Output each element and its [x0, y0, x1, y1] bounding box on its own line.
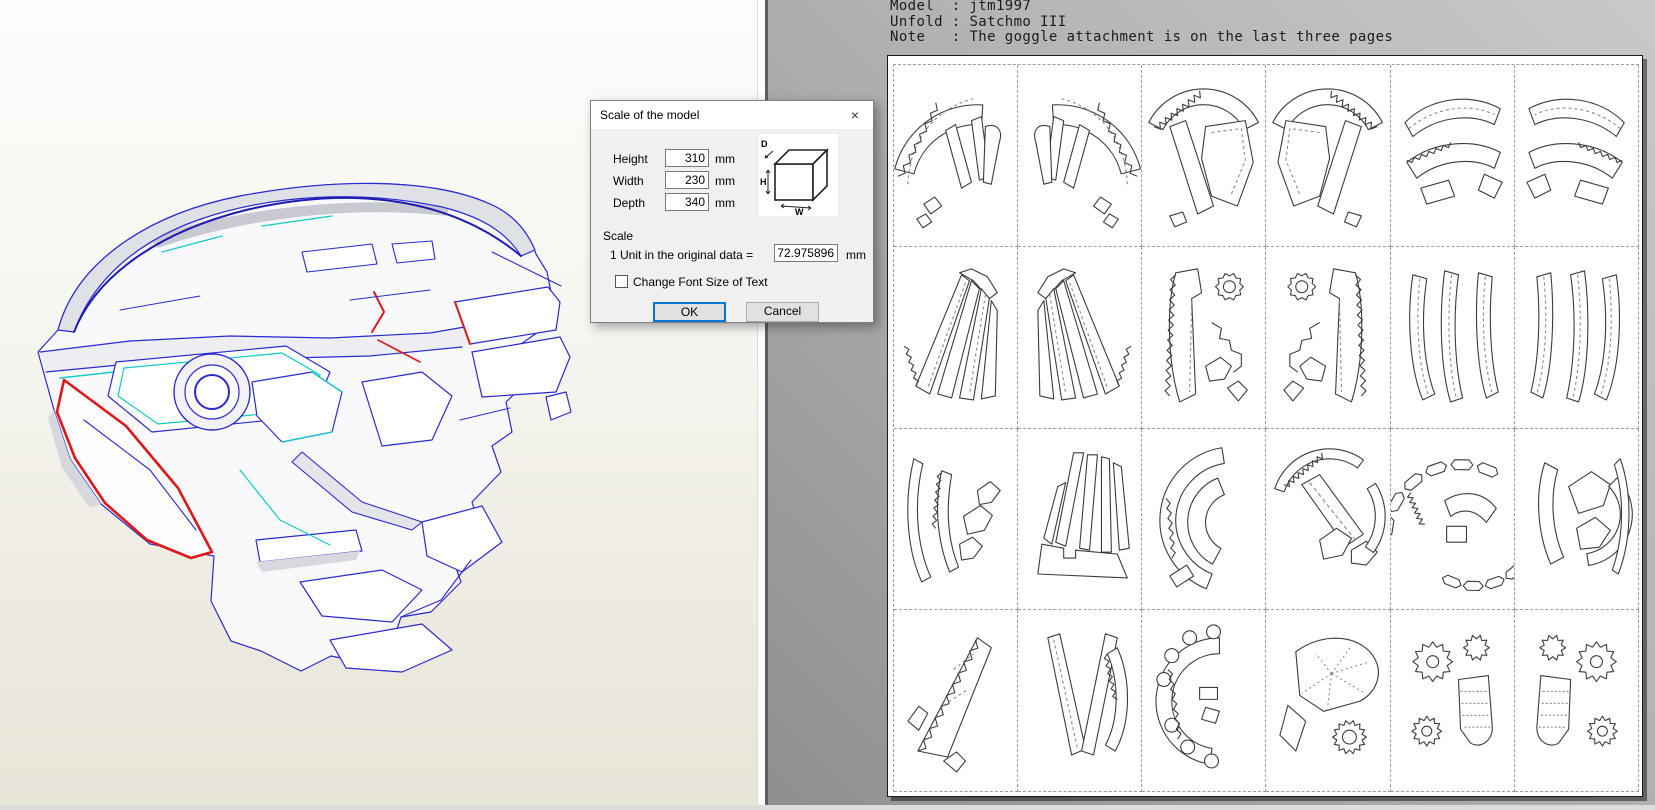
unfold-pattern	[907, 637, 992, 773]
pattern-page-grid	[893, 64, 1639, 792]
pattern-page[interactable]	[1142, 246, 1267, 429]
unfold-pattern	[1155, 624, 1222, 769]
width-unit: mm	[715, 174, 735, 188]
unfold-pattern	[1164, 268, 1249, 403]
unfold-pattern	[1526, 98, 1625, 205]
pattern-page[interactable]	[1142, 610, 1267, 792]
pattern-info-block: Model : jtm1997 Unfold : Satchmo III Not…	[890, 0, 1393, 46]
pattern-page[interactable]	[1018, 246, 1143, 429]
scale-unit-label: 1 Unit in the original data =	[610, 248, 754, 262]
pattern-page[interactable]	[1266, 610, 1391, 792]
ok-button[interactable]: OK	[653, 302, 726, 322]
depth-input[interactable]	[665, 193, 709, 211]
unfold-pattern	[1404, 98, 1503, 205]
unfold-pattern	[1159, 446, 1226, 589]
pattern-page[interactable]	[1018, 610, 1143, 792]
pattern-page[interactable]	[1514, 65, 1639, 247]
unfold-pattern	[1034, 98, 1142, 229]
unfold-pattern	[1279, 637, 1380, 755]
pattern-page[interactable]	[1142, 428, 1267, 611]
pattern-info-line: Note : The goggle attachment is on the l…	[890, 29, 1394, 45]
dimension-cube-illustration: D H W	[759, 134, 838, 217]
depth-unit: mm	[715, 196, 735, 210]
pattern-2d-viewport[interactable]: Model : jtm1997 Unfold : Satchmo III Not…	[768, 0, 1655, 805]
pattern-page[interactable]	[1390, 428, 1515, 611]
pattern-page[interactable]	[1390, 65, 1515, 247]
pattern-page[interactable]	[894, 428, 1019, 611]
change-font-size-checkbox[interactable]	[615, 275, 628, 288]
pattern-page[interactable]	[1514, 428, 1639, 611]
pattern-page[interactable]	[1266, 428, 1391, 611]
depth-label: Depth	[613, 196, 646, 210]
unfold-pattern	[1272, 88, 1384, 228]
unfold-pattern	[1530, 270, 1620, 403]
pattern-page[interactable]	[894, 246, 1019, 429]
pattern-page[interactable]	[1142, 65, 1267, 247]
dialog-title: Scale of the model	[600, 108, 700, 122]
scale-dialog: Scale of the model × Height mm Width mm …	[590, 100, 874, 323]
unfold-pattern	[1047, 633, 1129, 756]
unfold-pattern	[1283, 268, 1368, 403]
pattern-page[interactable]	[1390, 610, 1515, 792]
pattern-page[interactable]	[1514, 246, 1639, 429]
unfold-pattern	[1537, 457, 1633, 575]
pattern-page[interactable]	[1018, 65, 1143, 247]
scale-group-label: Scale	[603, 229, 634, 243]
unfold-pattern	[1390, 458, 1514, 591]
close-icon[interactable]: ×	[843, 104, 867, 126]
cube-width-label: W	[795, 207, 804, 216]
width-label: Width	[613, 174, 644, 188]
cube-height-label: H	[760, 177, 767, 187]
pattern-page-sheet	[887, 55, 1643, 797]
unfold-pattern	[1037, 268, 1132, 401]
height-input[interactable]	[665, 149, 709, 167]
unfold-pattern	[1148, 88, 1260, 228]
pattern-page[interactable]	[894, 610, 1019, 792]
cube-depth-label: D	[761, 139, 768, 149]
dialog-title-bar[interactable]: Scale of the model	[591, 101, 873, 129]
unfold-pattern	[894, 98, 1002, 229]
unfold-pattern	[1274, 447, 1387, 566]
unfold-pattern	[1037, 451, 1130, 579]
scale-value-input[interactable]	[774, 244, 838, 262]
pattern-page[interactable]	[1266, 246, 1391, 429]
pattern-page[interactable]	[1266, 65, 1391, 247]
unfold-pattern	[1410, 635, 1493, 747]
pattern-page[interactable]	[1018, 428, 1143, 611]
change-font-size-label: Change Font Size of Text	[633, 275, 768, 289]
unfold-pattern	[907, 457, 1001, 582]
cancel-button[interactable]: Cancel	[746, 302, 819, 322]
height-label: Height	[613, 152, 648, 166]
pattern-page[interactable]	[1514, 610, 1639, 792]
scale-mm-unit: mm	[846, 248, 866, 262]
pattern-page[interactable]	[1390, 246, 1515, 429]
pattern-page[interactable]	[894, 65, 1019, 247]
width-input[interactable]	[665, 171, 709, 189]
unfold-pattern	[1536, 635, 1618, 747]
unfold-pattern	[1408, 270, 1499, 403]
height-unit: mm	[715, 152, 735, 166]
unfold-pattern	[903, 268, 998, 401]
pattern-info-line: Unfold : Satchmo III	[890, 13, 1067, 30]
pattern-info-line: Model : jtm1997	[890, 0, 1032, 14]
